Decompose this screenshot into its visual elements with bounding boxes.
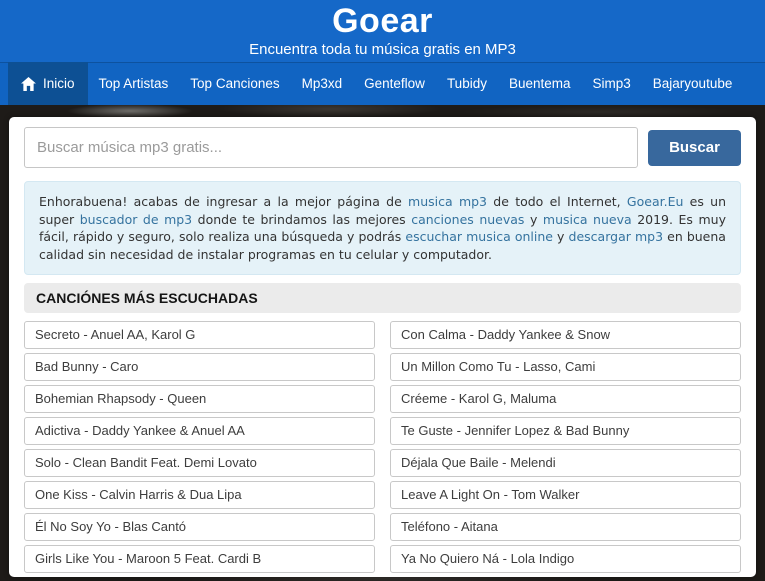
intro-text-segment: y bbox=[524, 211, 543, 227]
intro-text-segment: y bbox=[552, 229, 569, 244]
song-item[interactable]: One Kiss - Calvin Harris & Dua Lipa bbox=[24, 481, 375, 509]
intro-text-segment: donde te brindamos las mejores bbox=[192, 211, 412, 227]
song-item[interactable]: Te Guste - Jennifer Lopez & Bad Bunny bbox=[390, 417, 741, 445]
main-container: Buscar Enhorabuena! acabas de ingresar a… bbox=[9, 117, 756, 577]
nav-item-top-artistas[interactable]: Top Artistas bbox=[88, 62, 180, 105]
song-item[interactable]: Un Millon Como Tu - Lasso, Cami bbox=[390, 353, 741, 381]
nav-item-buentema[interactable]: Buentema bbox=[498, 62, 582, 105]
song-item[interactable]: Ya No Quiero Ná - Lola Indigo bbox=[390, 545, 741, 573]
intro-link[interactable]: descargar mp3 bbox=[569, 229, 663, 244]
intro-text: Enhorabuena! acabas de ingresar a la mej… bbox=[24, 181, 741, 275]
intro-text-segment: Enhorabuena! acabas de ingresar a la mej… bbox=[39, 194, 409, 209]
site-header: Goear Encuentra toda tu música gratis en… bbox=[0, 0, 765, 62]
nav-item-label: Buentema bbox=[508, 76, 571, 91]
intro-link[interactable]: canciones nuevas bbox=[411, 212, 524, 227]
main-nav: Inicio Top Artistas Top Canciones Mp3xd Gent… bbox=[0, 62, 765, 105]
nav-item-inicio[interactable]: Inicio bbox=[8, 62, 88, 105]
song-item[interactable]: Teléfono - Aitana bbox=[390, 513, 741, 541]
nav-item-label: Tubidy bbox=[446, 76, 487, 91]
search-bar: Buscar bbox=[24, 127, 741, 168]
song-item[interactable]: Déjala Que Baile - Melendi bbox=[390, 449, 741, 477]
song-item[interactable]: Créeme - Karol G, Maluma bbox=[390, 385, 741, 413]
intro-text-segment: de todo el Internet, bbox=[487, 194, 627, 209]
intro-link[interactable]: escuchar musica online bbox=[405, 229, 553, 244]
song-item[interactable]: Girls Like You - Maroon 5 Feat. Cardi B bbox=[24, 545, 375, 573]
intro-link[interactable]: buscador de mp3 bbox=[80, 212, 192, 227]
nav-item-label: Inicio bbox=[43, 76, 75, 91]
nav-item-tubidy[interactable]: Tubidy bbox=[436, 62, 498, 105]
nav-item-simp3[interactable]: Simp3 bbox=[582, 62, 642, 105]
nav-item-label: Genteflow bbox=[364, 76, 425, 91]
song-item[interactable]: Secreto - Anuel AA, Karol G bbox=[24, 321, 375, 349]
song-item[interactable]: Bohemian Rhapsody - Queen bbox=[24, 385, 375, 413]
nav-item-top-canciones[interactable]: Top Canciones bbox=[179, 62, 290, 105]
nav-item-genteflow[interactable]: Genteflow bbox=[353, 62, 436, 105]
search-input[interactable] bbox=[24, 127, 638, 168]
nav-item-label: Top Artistas bbox=[98, 76, 169, 91]
song-item[interactable]: Con Calma - Daddy Yankee & Snow bbox=[390, 321, 741, 349]
song-item[interactable]: Bad Bunny - Caro bbox=[24, 353, 375, 381]
section-header: CANCIÓNES MÁS ESCUCHADAS bbox=[24, 283, 741, 313]
nav-item-mp3xd[interactable]: Mp3xd bbox=[291, 62, 354, 105]
nav-item-label: Top Canciones bbox=[190, 76, 280, 91]
song-item[interactable]: Solo - Clean Bandit Feat. Demi Lovato bbox=[24, 449, 375, 477]
site-subtitle: Encuentra toda tu música gratis en MP3 bbox=[249, 41, 516, 58]
intro-link[interactable]: Goear.Eu bbox=[627, 194, 683, 209]
search-button[interactable]: Buscar bbox=[648, 129, 741, 166]
nav-item-label: Mp3xd bbox=[301, 76, 343, 91]
nav-item-label: Bajaryoutube bbox=[652, 76, 733, 91]
song-list: Secreto - Anuel AA, Karol G Con Calma - D… bbox=[24, 321, 741, 573]
nav-item-bajaryoutube[interactable]: Bajaryoutube bbox=[642, 62, 744, 105]
intro-link[interactable]: musica mp3 bbox=[408, 194, 487, 209]
song-item[interactable]: Adictiva - Daddy Yankee & Anuel AA bbox=[24, 417, 375, 445]
nav-item-label: Simp3 bbox=[592, 76, 631, 91]
intro-link[interactable]: musica nueva bbox=[543, 212, 632, 227]
song-item[interactable]: Él No Soy Yo - Blas Cantó bbox=[24, 513, 375, 541]
home-icon bbox=[21, 76, 36, 91]
site-title: Goear bbox=[332, 2, 433, 40]
song-item[interactable]: Leave A Light On - Tom Walker bbox=[390, 481, 741, 509]
